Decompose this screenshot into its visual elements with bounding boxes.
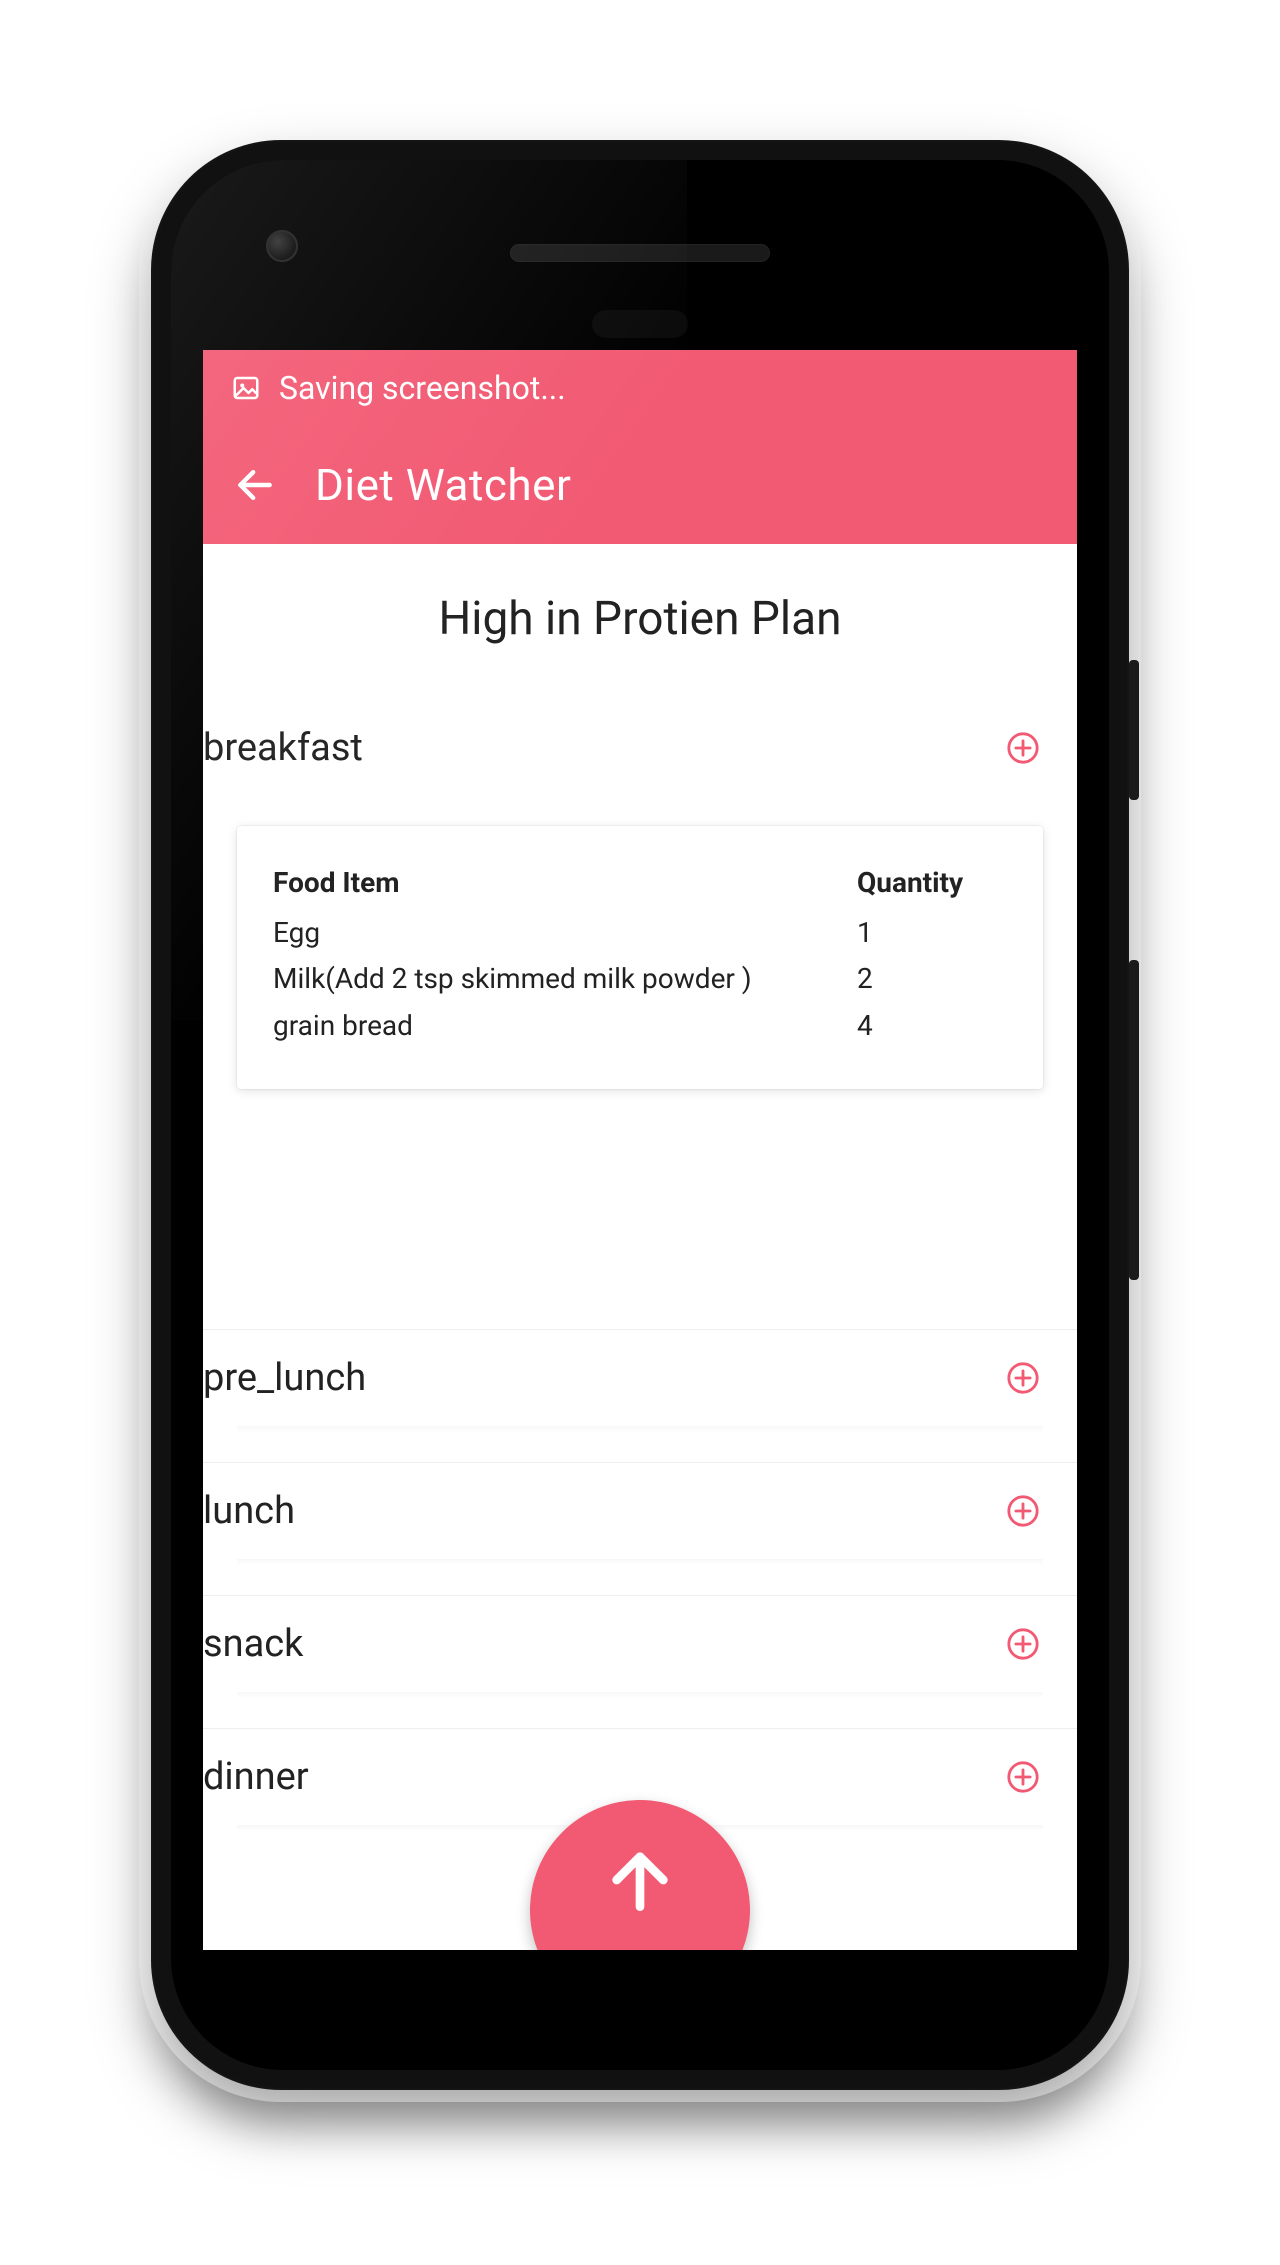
table-row: grain bread4 [273, 1003, 1007, 1049]
meal-header[interactable]: lunch [203, 1463, 1077, 1559]
plus-circle-icon [1006, 1494, 1040, 1528]
meal-name: snack [203, 1622, 303, 1666]
arrow-left-icon [233, 463, 277, 507]
status-toast-text: Saving screenshot... [279, 369, 566, 407]
meal-name: lunch [203, 1489, 295, 1533]
phone-sensor [592, 310, 688, 338]
meal-header[interactable]: breakfast [203, 700, 1077, 796]
plus-circle-icon [1006, 1361, 1040, 1395]
table-row: Egg1 [273, 910, 1007, 956]
phone-side-button [1129, 660, 1139, 800]
food-qty: 2 [857, 956, 1007, 1002]
plus-circle-icon [1006, 1760, 1040, 1794]
meal-section-breakfast: breakfast Food ItemQuantityEgg1Milk(Add 2… [203, 700, 1077, 1329]
spacer [203, 1565, 1077, 1595]
meal-header[interactable]: pre_lunch [203, 1330, 1077, 1426]
food-qty: 1 [857, 910, 1007, 956]
food-qty: 4 [857, 1003, 1007, 1049]
add-food-button[interactable] [1003, 1358, 1043, 1398]
plan-title: High in Protien Plan [203, 544, 1077, 700]
meal-name: pre_lunch [203, 1356, 366, 1400]
table-header: Food ItemQuantity [273, 860, 1007, 906]
food-name: grain bread [273, 1003, 857, 1049]
app-bar: Diet Watcher [203, 426, 1077, 544]
add-food-button[interactable] [1003, 1757, 1043, 1797]
meal-name: breakfast [203, 726, 363, 770]
meal-section-pre_lunch: pre_lunch [203, 1329, 1077, 1462]
meals-list: breakfast Food ItemQuantityEgg1Milk(Add 2… [203, 700, 1077, 1861]
meal-name: dinner [203, 1755, 309, 1799]
col-food: Food Item [273, 860, 857, 906]
screen: Saving screenshot... Diet Watcher High i… [203, 350, 1077, 1950]
image-icon [231, 373, 261, 403]
table-row: Milk(Add 2 tsp skimmed milk powder )2 [273, 956, 1007, 1002]
spacer [203, 1698, 1077, 1728]
app-title: Diet Watcher [315, 459, 571, 511]
col-qty: Quantity [857, 860, 1007, 906]
content[interactable]: High in Protien Plan breakfast Food ItemQ… [203, 544, 1077, 1950]
phone-camera [266, 230, 298, 262]
phone-side-button [1129, 960, 1139, 1280]
plus-circle-icon [1006, 731, 1040, 765]
back-button[interactable] [231, 461, 279, 509]
meal-header[interactable]: snack [203, 1596, 1077, 1692]
arrow-up-icon [600, 1840, 680, 1920]
spacer [203, 1432, 1077, 1462]
plus-circle-icon [1006, 1627, 1040, 1661]
food-card: Food ItemQuantityEgg1Milk(Add 2 tsp skim… [237, 826, 1043, 1089]
meal-section-lunch: lunch [203, 1462, 1077, 1595]
spacer [203, 1129, 1077, 1329]
food-name: Milk(Add 2 tsp skimmed milk powder ) [273, 956, 857, 1002]
phone-frame: Saving screenshot... Diet Watcher High i… [151, 140, 1129, 2090]
meal-section-snack: snack [203, 1595, 1077, 1728]
status-toast: Saving screenshot... [203, 350, 1077, 426]
add-food-button[interactable] [1003, 728, 1043, 768]
add-food-button[interactable] [1003, 1624, 1043, 1664]
add-food-button[interactable] [1003, 1491, 1043, 1531]
page: Saving screenshot... Diet Watcher High i… [0, 0, 1280, 2265]
phone-speaker [510, 244, 770, 262]
phone-bezel: Saving screenshot... Diet Watcher High i… [171, 160, 1109, 2070]
food-name: Egg [273, 910, 857, 956]
